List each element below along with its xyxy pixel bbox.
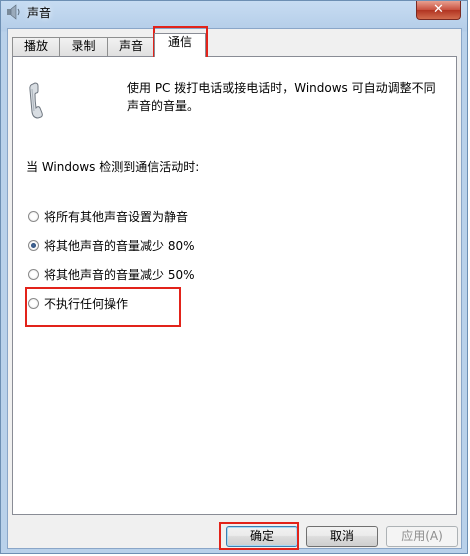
window-title: 声音: [27, 6, 52, 20]
close-button[interactable]: ✕: [416, 1, 461, 20]
title-bar[interactable]: 声音 ✕: [1, 1, 467, 23]
tab-sounds[interactable]: 声音: [107, 37, 155, 56]
description-text: 使用 PC 拨打电话或接电话时，Windows 可自动调整不同声音的音量。: [127, 81, 436, 113]
radio-button[interactable]: [28, 268, 39, 280]
tab-communications[interactable]: 通信: [154, 33, 206, 57]
dialog-client-area: 播放 录制 声音 通信 使用 PC 拨打电话或接电话时，Windows 可自动调…: [7, 28, 462, 549]
tab-recording[interactable]: 录制: [59, 37, 108, 56]
ok-button[interactable]: 确定: [226, 526, 298, 547]
option-label: 不执行任何操作: [44, 296, 129, 311]
speaker-icon: [7, 4, 20, 20]
option-reduce-80[interactable]: 将其他声音的音量减少 80%: [28, 237, 195, 253]
option-label: 将其他声音的音量减少 80%: [44, 238, 195, 253]
option-label: 将其他声音的音量减少 50%: [44, 267, 195, 282]
radio-button[interactable]: [28, 297, 39, 309]
close-icon: ✕: [433, 2, 444, 17]
tab-playback[interactable]: 播放: [12, 37, 60, 56]
apply-button[interactable]: 应用(A): [386, 526, 458, 547]
communications-panel: 使用 PC 拨打电话或接电话时，Windows 可自动调整不同声音的音量。 当 …: [12, 56, 457, 515]
option-reduce-50[interactable]: 将其他声音的音量减少 50%: [28, 266, 195, 282]
cancel-button[interactable]: 取消: [306, 526, 378, 547]
option-label: 将所有其他声音设置为静音: [44, 209, 189, 224]
radio-button[interactable]: [28, 210, 39, 222]
option-do-nothing[interactable]: 不执行任何操作: [28, 295, 128, 311]
option-mute-all[interactable]: 将所有其他声音设置为静音: [28, 208, 188, 224]
sound-dialog: 声音 ✕ 播放 录制 声音 通信 使用 PC 拨打电话或接电话时，Windows…: [0, 0, 468, 554]
radio-button-checked[interactable]: [28, 239, 39, 251]
telephone-handset-icon: [29, 82, 43, 119]
section-label: 当 Windows 检测到通信活动时:: [26, 160, 200, 174]
